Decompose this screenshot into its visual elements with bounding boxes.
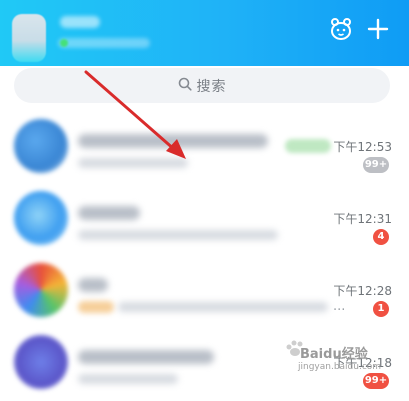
- chat-avatar: [14, 263, 68, 317]
- plus-icon[interactable]: [365, 16, 391, 42]
- chat-title-blurred: [78, 206, 140, 220]
- chat-time: 下午12:53: [333, 140, 392, 154]
- chat-item[interactable]: 下午12:31 4: [0, 184, 409, 256]
- chat-preview-blurred: [78, 158, 188, 168]
- chat-preview-blurred: [118, 302, 328, 312]
- chat-item[interactable]: 下午12:53 99+: [0, 112, 409, 184]
- chat-preview-blurred: [78, 374, 178, 384]
- user-name-blurred: [60, 16, 100, 28]
- watermark-url: jingyan.baidu.com: [298, 362, 382, 372]
- unread-badge: 1: [373, 301, 389, 317]
- top-bar: [0, 0, 409, 66]
- online-status-dot: [60, 39, 68, 47]
- preview-ellipsis: ...: [333, 299, 346, 314]
- unread-badge: 99+: [363, 157, 389, 173]
- chat-title-blurred: [78, 278, 108, 292]
- watermark-brand: Baidu经验: [300, 347, 368, 362]
- chat-preview-blurred: [78, 230, 278, 240]
- chat-item[interactable]: ... 下午12:28 1: [0, 256, 409, 328]
- search-icon: [178, 76, 192, 95]
- chat-title-blurred: [78, 134, 268, 148]
- search-label: 搜索: [196, 78, 227, 95]
- chat-avatar: [14, 119, 68, 173]
- chat-title-blurred: [78, 350, 214, 364]
- chat-time: 下午12:31: [333, 212, 392, 226]
- chat-time: 下午12:28: [333, 284, 392, 298]
- search-bar[interactable]: 搜索: [14, 68, 390, 103]
- chat-preview-tag-blurred: [78, 301, 114, 313]
- chat-tag-blurred: [285, 139, 331, 153]
- chat-avatar: [14, 191, 68, 245]
- chat-avatar: [14, 335, 68, 389]
- unread-badge: 4: [373, 229, 389, 245]
- user-status-blurred: [58, 38, 150, 48]
- pet-face-icon[interactable]: [328, 16, 354, 42]
- user-avatar[interactable]: [12, 14, 46, 62]
